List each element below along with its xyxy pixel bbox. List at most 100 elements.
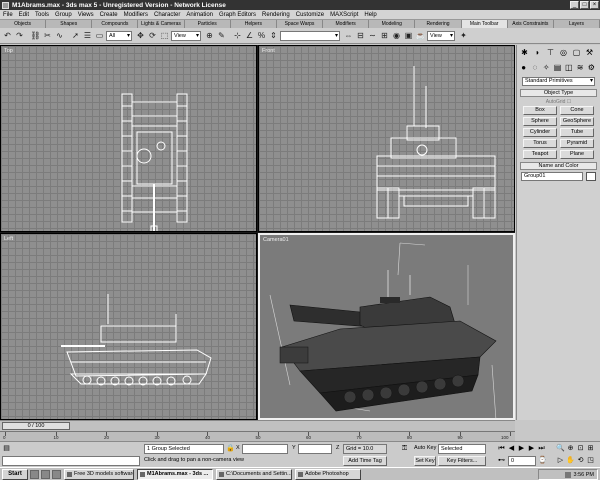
maximize-button[interactable]: □ — [580, 1, 589, 9]
curve-editor-icon[interactable]: ∼ — [367, 30, 378, 42]
utilities-tab-icon[interactable]: ⚒ — [584, 47, 595, 58]
undo-icon[interactable]: ↶ — [2, 30, 13, 42]
autogrid-checkbox[interactable]: AutoGrid ☐ — [517, 98, 600, 106]
lock-selection-icon[interactable]: 🔒 — [226, 444, 235, 453]
snap-toggle-icon[interactable]: ⊹ — [232, 30, 243, 42]
menu-tools[interactable]: Tools — [35, 12, 49, 18]
quick-launch-icon[interactable] — [52, 469, 61, 479]
zoom-all-icon[interactable]: ⊕ — [566, 444, 575, 453]
link-icon[interactable]: ⛓ — [30, 30, 41, 42]
start-button[interactable]: Start — [2, 468, 28, 480]
select-object-icon[interactable]: ➚ — [70, 30, 81, 42]
lights-icon[interactable]: ✧ — [542, 62, 551, 73]
close-button[interactable]: × — [590, 1, 599, 9]
pyramid-button[interactable]: Pyramid — [560, 139, 594, 148]
x-coordinate-field[interactable] — [242, 444, 288, 454]
zoom-extents-icon[interactable]: ⊡ — [576, 444, 585, 453]
angle-snap-icon[interactable]: ∠ — [244, 30, 255, 42]
tray-icon[interactable] — [564, 471, 571, 478]
object-name-field[interactable]: Group01 — [521, 172, 583, 181]
cone-button[interactable]: Cone — [560, 106, 594, 115]
time-slider[interactable]: 0 / 100 — [2, 422, 70, 430]
tab-modifiers[interactable]: Modifiers — [323, 20, 370, 28]
select-and-rotate-icon[interactable]: ⟳ — [147, 30, 158, 42]
select-and-manipulate-icon[interactable]: ✎ — [216, 30, 227, 42]
tube-button[interactable]: Tube — [560, 128, 594, 137]
key-filters-button[interactable]: Key Filters... — [438, 456, 486, 466]
taskbar-item-explorer[interactable]: C:\Documents and Settin... — [216, 468, 292, 480]
tab-shapes[interactable]: Shapes — [46, 20, 93, 28]
menu-customize[interactable]: Customize — [296, 12, 324, 18]
create-tab-icon[interactable]: ✱ — [519, 47, 530, 58]
tab-space-warps[interactable]: Space Warps — [276, 20, 324, 28]
name-and-color-rollout-header[interactable]: Name and Color — [520, 162, 597, 170]
key-mode-toggle-icon[interactable]: ⊷ — [497, 456, 506, 465]
go-to-start-icon[interactable]: ⏮ — [497, 444, 506, 453]
tab-axis-constraints[interactable]: Axis Constraints — [507, 20, 554, 28]
select-and-scale-icon[interactable]: ⬚ — [159, 30, 170, 42]
clock[interactable]: 3:56 PM — [574, 472, 594, 478]
primitive-category-dropdown[interactable]: Standard Primitives — [522, 77, 595, 86]
track-bar[interactable]: 0 10 20 30 40 50 60 70 80 90 100 — [0, 431, 515, 441]
previous-frame-icon[interactable]: ◀ — [507, 444, 516, 453]
modify-tab-icon[interactable]: ◗ — [532, 47, 543, 58]
space-warps-icon[interactable]: ≋ — [575, 62, 584, 73]
display-tab-icon[interactable]: ▢ — [571, 47, 582, 58]
add-time-tag-button[interactable]: Add Time Tag — [343, 456, 387, 466]
sphere-button[interactable]: Sphere — [523, 117, 557, 126]
play-icon[interactable]: ▶ — [517, 444, 526, 453]
set-key-button[interactable]: Set Key — [414, 456, 436, 466]
bind-space-warp-icon[interactable]: ∿ — [54, 30, 65, 42]
current-frame-field[interactable]: 0 — [508, 456, 536, 466]
cameras-icon[interactable]: ▤ — [553, 62, 562, 73]
taskbar-item-3dsmax[interactable]: M1Abrams.max - 3ds ... — [137, 468, 213, 480]
time-configuration-icon[interactable]: ⌚ — [538, 456, 547, 465]
y-coordinate-field[interactable] — [298, 444, 332, 454]
zoom-icon[interactable]: 🔍 — [556, 444, 565, 453]
selection-filter-dropdown[interactable]: All — [106, 30, 132, 41]
menu-animation[interactable]: Animation — [186, 12, 213, 18]
key-icon[interactable]: ⚿ — [400, 444, 409, 453]
quick-launch-icon[interactable] — [41, 469, 50, 479]
menu-rendering[interactable]: Rendering — [262, 12, 290, 18]
menu-file[interactable]: File — [3, 12, 13, 18]
percent-snap-icon[interactable]: % — [256, 30, 267, 42]
redo-icon[interactable]: ↷ — [14, 30, 25, 42]
tab-objects[interactable]: Objects — [0, 20, 47, 28]
geometry-icon[interactable]: ● — [519, 62, 528, 73]
schematic-view-icon[interactable]: ⊞ — [379, 30, 390, 42]
object-type-rollout-header[interactable]: Object Type — [520, 89, 597, 97]
key-mode-dropdown[interactable]: Selected — [438, 444, 486, 454]
auto-key-label[interactable]: Auto Key — [414, 444, 436, 453]
menu-group[interactable]: Group — [55, 12, 72, 18]
helpers-icon[interactable]: ◫ — [564, 62, 573, 73]
geosphere-button[interactable]: GeoSphere — [560, 117, 594, 126]
next-frame-icon[interactable]: ▶ — [527, 444, 536, 453]
tab-compounds[interactable]: Compounds — [92, 20, 139, 28]
menu-edit[interactable]: Edit — [19, 12, 29, 18]
box-button[interactable]: Box — [523, 106, 557, 115]
motion-tab-icon[interactable]: ◎ — [558, 47, 569, 58]
tab-modeling[interactable]: Modeling — [369, 20, 416, 28]
rectangular-selection-icon[interactable]: ▭ — [94, 30, 105, 42]
menu-modifiers[interactable]: Modifiers — [124, 12, 148, 18]
torus-button[interactable]: Torus — [523, 139, 557, 148]
arc-rotate-icon[interactable]: ⟲ — [576, 456, 585, 465]
minimize-button[interactable]: _ — [570, 1, 579, 9]
taskbar-item-photoshop[interactable]: Adobe Photoshop — [295, 468, 361, 480]
menu-create[interactable]: Create — [100, 12, 118, 18]
menu-character[interactable]: Character — [154, 12, 180, 18]
zoom-extents-all-icon[interactable]: ⊞ — [586, 444, 595, 453]
cylinder-button[interactable]: Cylinder — [523, 128, 557, 137]
select-and-move-icon[interactable]: ✥ — [135, 30, 146, 42]
quick-render-production-icon[interactable]: ✦ — [458, 30, 469, 42]
tab-particles[interactable]: Particles — [184, 20, 231, 28]
maximize-viewport-icon[interactable]: ◳ — [586, 456, 595, 465]
align-icon[interactable]: ⊟ — [355, 30, 366, 42]
hierarchy-tab-icon[interactable]: ⊤ — [545, 47, 556, 58]
menu-maxscript[interactable]: MAXScript — [330, 12, 358, 18]
spinner-snap-icon[interactable]: ⇕ — [268, 30, 279, 42]
unlink-icon[interactable]: ✂ — [42, 30, 53, 42]
viewport-left[interactable]: Left — [0, 233, 257, 420]
tab-lights-cameras[interactable]: Lights & Cameras — [138, 20, 185, 28]
